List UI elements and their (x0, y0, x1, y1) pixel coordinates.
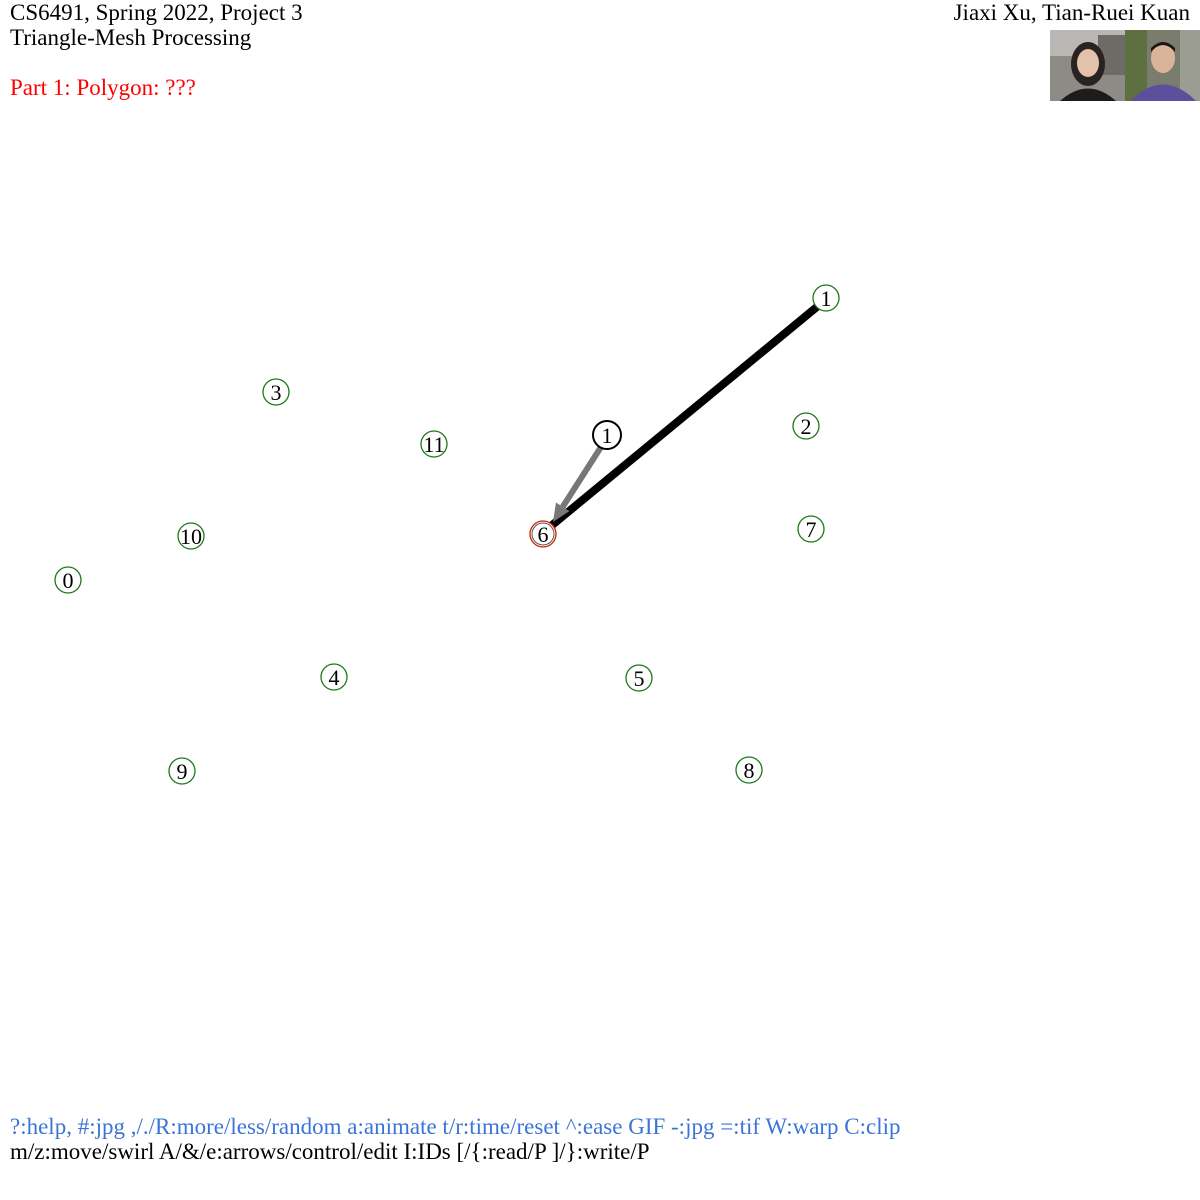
vertex-label: 10 (180, 524, 202, 549)
vertex-6[interactable]: 6 (529, 520, 557, 548)
vertex-label: 11 (423, 432, 444, 457)
vertex-label: 0 (63, 568, 74, 593)
vertex-9[interactable]: 9 (168, 757, 196, 785)
cursor-vertex[interactable]: 1 (592, 420, 622, 450)
vertex-5[interactable]: 5 (625, 664, 653, 692)
polygon-edge (547, 302, 822, 530)
cursor-label: 1 (602, 423, 613, 448)
vertex-11[interactable]: 11 (420, 430, 448, 458)
vertex-label: 6 (538, 522, 549, 547)
vertex-10[interactable]: 10 (177, 522, 205, 550)
vertex-8[interactable]: 8 (735, 756, 763, 784)
vertex-label: 1 (821, 286, 832, 311)
vertex-4[interactable]: 4 (320, 663, 348, 691)
vertex-7[interactable]: 7 (797, 515, 825, 543)
vertex-2[interactable]: 2 (792, 412, 820, 440)
vertex-3[interactable]: 3 (262, 378, 290, 406)
vertex-label: 8 (744, 758, 755, 783)
vertex-1[interactable]: 1 (812, 284, 840, 312)
vertex-label: 3 (271, 380, 282, 405)
mesh-canvas[interactable]: 01234 56 7891011 1 (0, 0, 1200, 1200)
vertex-label: 5 (634, 666, 645, 691)
vertex-label: 4 (329, 665, 340, 690)
help-keys-line-1: ?:help, #:jpg ,/./R:more/less/random a:a… (10, 1114, 901, 1139)
vertex-label: 9 (177, 759, 188, 784)
vertex-label: 2 (801, 414, 812, 439)
vertex-label: 7 (806, 517, 817, 542)
help-keys-line-2: m/z:move/swirl A/&/e:arrows/control/edit… (10, 1139, 650, 1164)
vertex-0[interactable]: 0 (54, 566, 82, 594)
